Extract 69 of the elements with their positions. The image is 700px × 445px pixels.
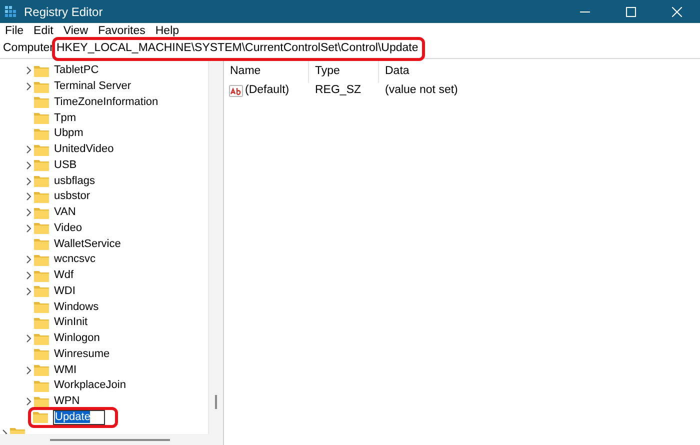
- value-type: REG_SZ: [314, 83, 362, 98]
- tree-item[interactable]: Video: [54, 222, 82, 235]
- tree-item[interactable]: WorkplaceJoin: [54, 379, 126, 392]
- chevron-right-icon[interactable]: [26, 366, 32, 375]
- tree-item[interactable]: Tpm: [54, 112, 76, 125]
- string-value-icon: [229, 84, 243, 98]
- chevron-right-icon[interactable]: [26, 397, 32, 406]
- tree-item[interactable]: Windows: [54, 300, 99, 314]
- folder-icon: [34, 159, 49, 172]
- column-header[interactable]: Name: [224, 61, 309, 83]
- column-header[interactable]: Type: [309, 61, 379, 83]
- folder-icon: [34, 348, 49, 360]
- value-data: (value not set): [384, 83, 458, 98]
- folder-icon: [34, 316, 49, 329]
- folder-icon: [34, 332, 49, 345]
- folder-icon: [33, 411, 48, 424]
- value-name[interactable]: (Default): [245, 82, 290, 100]
- folder-icon: [34, 301, 49, 314]
- registry-icon: [5, 6, 16, 17]
- folder-icon: [34, 380, 49, 392]
- close-icon: [672, 6, 682, 16]
- tree-item[interactable]: WMI: [54, 364, 77, 377]
- window-title: Registry Editor: [24, 4, 103, 20]
- menu-item[interactable]: Favorites: [98, 23, 146, 41]
- folder-icon: [34, 396, 49, 408]
- tree-item[interactable]: TimeZoneInformation: [54, 96, 158, 109]
- tree-item[interactable]: WDI: [54, 284, 76, 298]
- folder-icon: [34, 254, 49, 266]
- folder-icon: [34, 128, 49, 140]
- folder-icon: [34, 112, 49, 124]
- folder-icon: [34, 206, 49, 219]
- chevron-right-icon[interactable]: [26, 334, 32, 344]
- folder-icon: [34, 270, 49, 282]
- tree-item[interactable]: Ubpm: [54, 127, 84, 140]
- maximize-icon: [626, 6, 636, 16]
- tree-item[interactable]: usbflags: [54, 174, 95, 188]
- tree-item[interactable]: Terminal Server: [54, 80, 132, 94]
- folder-icon: [34, 285, 49, 298]
- tree-item[interactable]: usbstor: [54, 190, 90, 204]
- folder-icon: [34, 64, 49, 77]
- column-header[interactable]: Data: [379, 61, 700, 83]
- tree-item[interactable]: TabletPC: [54, 64, 99, 78]
- tree-item[interactable]: VAN: [54, 206, 76, 220]
- tree-item[interactable]: WinInit: [54, 316, 88, 330]
- tree-item[interactable]: Winlogon: [54, 332, 100, 346]
- address-field[interactable]: HKEY_LOCAL_MACHINE\SYSTEM\CurrentControlSet\Control\Update: [54, 40, 422, 58]
- folder-icon: [34, 144, 49, 156]
- tree-item[interactable]: Winresume: [54, 348, 110, 361]
- scrollbar[interactable]: [208, 61, 223, 445]
- folder-icon: [34, 222, 49, 234]
- rename-field[interactable]: Update: [53, 410, 106, 425]
- horizontal-scrollbar[interactable]: [0, 434, 209, 445]
- tree-item[interactable]: wcncsvc: [54, 253, 96, 266]
- tree-item[interactable]: USB: [54, 158, 77, 172]
- folder-icon: [34, 364, 49, 376]
- folder-icon: [34, 190, 49, 203]
- folder-icon: [34, 80, 49, 93]
- folder-icon: [34, 96, 49, 108]
- menu-item[interactable]: View: [63, 23, 88, 41]
- folder-icon: [34, 175, 49, 188]
- folder-icon: [34, 238, 49, 250]
- address-label: Computer: [3, 41, 54, 56]
- menu-item[interactable]: File: [5, 23, 24, 41]
- tree-item[interactable]: Wdf: [54, 269, 74, 282]
- menu-item[interactable]: Help: [155, 23, 180, 41]
- menu-item[interactable]: Edit: [34, 23, 54, 41]
- tree-item[interactable]: WalletService: [54, 238, 121, 251]
- tree-item[interactable]: UnitedVideo: [54, 143, 114, 156]
- tree-item[interactable]: WPN: [54, 395, 80, 408]
